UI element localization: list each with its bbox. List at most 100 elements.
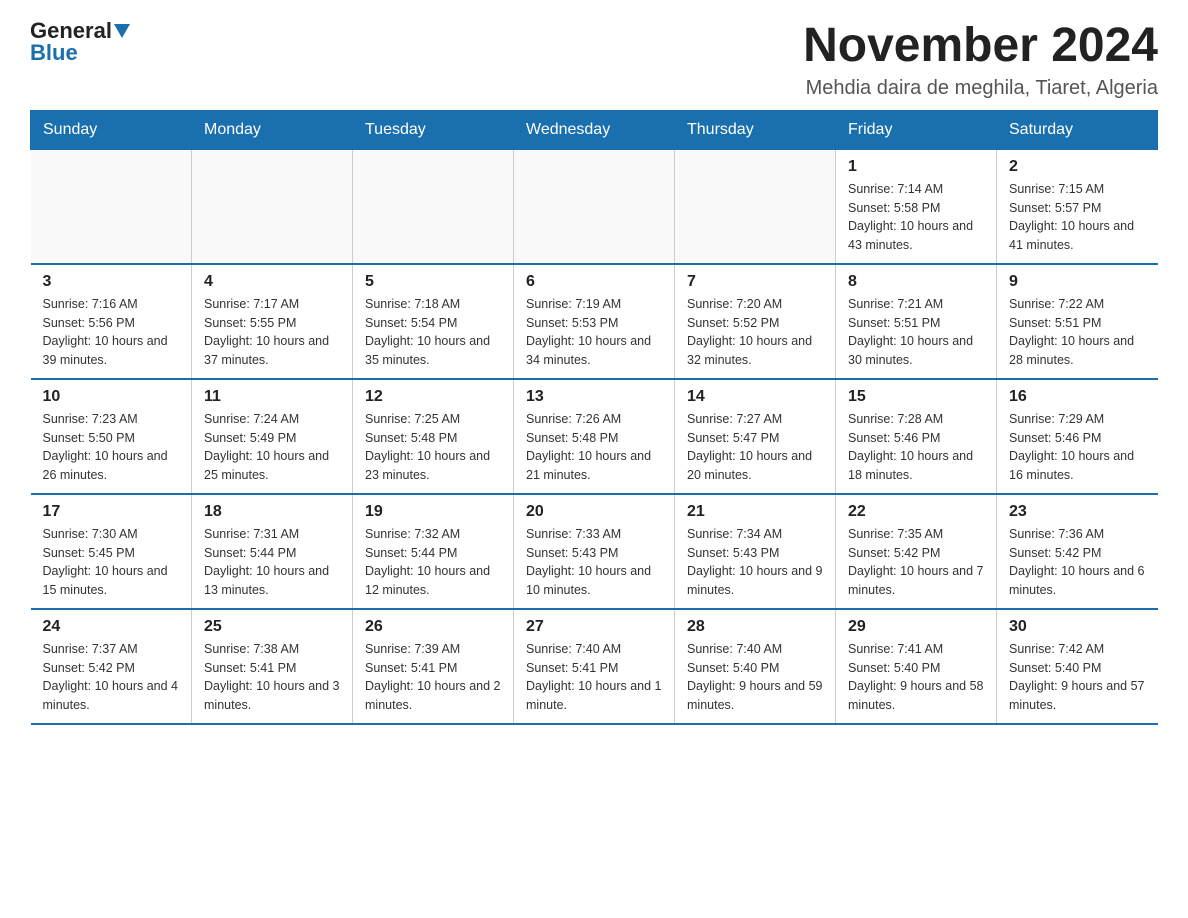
day-number: 30	[1009, 618, 1146, 636]
weekday-header-monday: Monday	[192, 110, 353, 149]
calendar-subtitle: Mehdia daira de meghila, Tiaret, Algeria	[803, 77, 1158, 100]
day-info: Sunrise: 7:34 AM Sunset: 5:43 PM Dayligh…	[687, 525, 823, 600]
day-number: 22	[848, 503, 984, 521]
day-number: 23	[1009, 503, 1146, 521]
day-info: Sunrise: 7:27 AM Sunset: 5:47 PM Dayligh…	[687, 410, 823, 485]
day-number: 29	[848, 618, 984, 636]
day-number: 18	[204, 503, 340, 521]
day-number: 26	[365, 618, 501, 636]
day-number: 28	[687, 618, 823, 636]
day-number: 24	[43, 618, 180, 636]
calendar-cell: 12 Sunrise: 7:25 AM Sunset: 5:48 PM Dayli…	[353, 379, 514, 494]
day-number: 7	[687, 273, 823, 291]
calendar-cell: 6 Sunrise: 7:19 AM Sunset: 5:53 PM Daylig…	[514, 264, 675, 379]
calendar-week-row: 24 Sunrise: 7:37 AM Sunset: 5:42 PM Dayli…	[31, 609, 1158, 724]
calendar-cell	[353, 149, 514, 264]
day-info: Sunrise: 7:14 AM Sunset: 5:58 PM Dayligh…	[848, 180, 984, 255]
day-number: 9	[1009, 273, 1146, 291]
logo-blue-text: Blue	[30, 42, 78, 64]
calendar-cell: 13 Sunrise: 7:26 AM Sunset: 5:48 PM Dayli…	[514, 379, 675, 494]
weekday-header-friday: Friday	[836, 110, 997, 149]
calendar-cell: 18 Sunrise: 7:31 AM Sunset: 5:44 PM Dayli…	[192, 494, 353, 609]
day-number: 25	[204, 618, 340, 636]
day-number: 13	[526, 388, 662, 406]
day-info: Sunrise: 7:20 AM Sunset: 5:52 PM Dayligh…	[687, 295, 823, 370]
calendar-cell: 16Sunrise: 7:29 AM Sunset: 5:46 PM Dayli…	[997, 379, 1158, 494]
calendar-cell: 7 Sunrise: 7:20 AM Sunset: 5:52 PM Daylig…	[675, 264, 836, 379]
calendar-cell: 19Sunrise: 7:32 AM Sunset: 5:44 PM Dayli…	[353, 494, 514, 609]
day-info: Sunrise: 7:40 AM Sunset: 5:41 PM Dayligh…	[526, 640, 662, 715]
calendar-cell: 28 Sunrise: 7:40 AM Sunset: 5:40 PM Dayli…	[675, 609, 836, 724]
calendar-cell: 3 Sunrise: 7:16 AM Sunset: 5:56 PM Daylig…	[31, 264, 192, 379]
day-info: Sunrise: 7:35 AM Sunset: 5:42 PM Dayligh…	[848, 525, 984, 600]
calendar-cell: 17Sunrise: 7:30 AM Sunset: 5:45 PM Dayli…	[31, 494, 192, 609]
day-info: Sunrise: 7:28 AM Sunset: 5:46 PM Dayligh…	[848, 410, 984, 485]
calendar-cell: 4 Sunrise: 7:17 AM Sunset: 5:55 PM Daylig…	[192, 264, 353, 379]
day-number: 5	[365, 273, 501, 291]
page-header: General Blue November 2024 Mehdia daira …	[30, 20, 1158, 100]
day-info: Sunrise: 7:19 AM Sunset: 5:53 PM Dayligh…	[526, 295, 662, 370]
calendar-header-row: SundayMondayTuesdayWednesdayThursdayFrid…	[31, 110, 1158, 149]
day-number: 21	[687, 503, 823, 521]
day-info: Sunrise: 7:16 AM Sunset: 5:56 PM Dayligh…	[43, 295, 180, 370]
day-number: 14	[687, 388, 823, 406]
day-info: Sunrise: 7:25 AM Sunset: 5:48 PM Dayligh…	[365, 410, 501, 485]
calendar-cell: 8Sunrise: 7:21 AM Sunset: 5:51 PM Daylig…	[836, 264, 997, 379]
calendar-week-row: 17Sunrise: 7:30 AM Sunset: 5:45 PM Dayli…	[31, 494, 1158, 609]
day-info: Sunrise: 7:37 AM Sunset: 5:42 PM Dayligh…	[43, 640, 180, 715]
day-info: Sunrise: 7:33 AM Sunset: 5:43 PM Dayligh…	[526, 525, 662, 600]
calendar-cell: 26 Sunrise: 7:39 AM Sunset: 5:41 PM Dayli…	[353, 609, 514, 724]
day-info: Sunrise: 7:21 AM Sunset: 5:51 PM Dayligh…	[848, 295, 984, 370]
day-info: Sunrise: 7:40 AM Sunset: 5:40 PM Dayligh…	[687, 640, 823, 715]
calendar-cell: 22 Sunrise: 7:35 AM Sunset: 5:42 PM Dayli…	[836, 494, 997, 609]
day-info: Sunrise: 7:15 AM Sunset: 5:57 PM Dayligh…	[1009, 180, 1146, 255]
weekday-header-sunday: Sunday	[31, 110, 192, 149]
calendar-cell: 29Sunrise: 7:41 AM Sunset: 5:40 PM Dayli…	[836, 609, 997, 724]
calendar-title: November 2024	[803, 20, 1158, 73]
day-info: Sunrise: 7:29 AM Sunset: 5:46 PM Dayligh…	[1009, 410, 1146, 485]
day-number: 17	[43, 503, 180, 521]
day-info: Sunrise: 7:17 AM Sunset: 5:55 PM Dayligh…	[204, 295, 340, 370]
calendar-cell: 20 Sunrise: 7:33 AM Sunset: 5:43 PM Dayli…	[514, 494, 675, 609]
calendar-cell: 25 Sunrise: 7:38 AM Sunset: 5:41 PM Dayli…	[192, 609, 353, 724]
day-info: Sunrise: 7:39 AM Sunset: 5:41 PM Dayligh…	[365, 640, 501, 715]
day-number: 11	[204, 388, 340, 406]
day-info: Sunrise: 7:24 AM Sunset: 5:49 PM Dayligh…	[204, 410, 340, 485]
day-number: 19	[365, 503, 501, 521]
calendar-cell: 15Sunrise: 7:28 AM Sunset: 5:46 PM Dayli…	[836, 379, 997, 494]
weekday-header-saturday: Saturday	[997, 110, 1158, 149]
logo: General Blue	[30, 20, 130, 64]
calendar-cell	[31, 149, 192, 264]
day-number: 4	[204, 273, 340, 291]
calendar-cell: 23 Sunrise: 7:36 AM Sunset: 5:42 PM Dayli…	[997, 494, 1158, 609]
calendar-table: SundayMondayTuesdayWednesdayThursdayFrid…	[30, 110, 1158, 725]
calendar-week-row: 3 Sunrise: 7:16 AM Sunset: 5:56 PM Daylig…	[31, 264, 1158, 379]
day-number: 3	[43, 273, 180, 291]
day-number: 1	[848, 158, 984, 176]
calendar-cell: 11 Sunrise: 7:24 AM Sunset: 5:49 PM Dayli…	[192, 379, 353, 494]
calendar-cell	[514, 149, 675, 264]
logo-general-text: General	[30, 20, 112, 42]
day-info: Sunrise: 7:31 AM Sunset: 5:44 PM Dayligh…	[204, 525, 340, 600]
weekday-header-tuesday: Tuesday	[353, 110, 514, 149]
day-info: Sunrise: 7:38 AM Sunset: 5:41 PM Dayligh…	[204, 640, 340, 715]
logo-triangle-icon	[114, 24, 130, 38]
day-info: Sunrise: 7:26 AM Sunset: 5:48 PM Dayligh…	[526, 410, 662, 485]
calendar-cell: 9Sunrise: 7:22 AM Sunset: 5:51 PM Daylig…	[997, 264, 1158, 379]
weekday-header-thursday: Thursday	[675, 110, 836, 149]
calendar-cell: 10Sunrise: 7:23 AM Sunset: 5:50 PM Dayli…	[31, 379, 192, 494]
calendar-cell: 24 Sunrise: 7:37 AM Sunset: 5:42 PM Dayli…	[31, 609, 192, 724]
day-number: 6	[526, 273, 662, 291]
weekday-header-wednesday: Wednesday	[514, 110, 675, 149]
day-number: 20	[526, 503, 662, 521]
day-number: 12	[365, 388, 501, 406]
calendar-week-row: 1 Sunrise: 7:14 AM Sunset: 5:58 PM Daylig…	[31, 149, 1158, 264]
day-info: Sunrise: 7:36 AM Sunset: 5:42 PM Dayligh…	[1009, 525, 1146, 600]
calendar-cell: 2 Sunrise: 7:15 AM Sunset: 5:57 PM Daylig…	[997, 149, 1158, 264]
day-info: Sunrise: 7:23 AM Sunset: 5:50 PM Dayligh…	[43, 410, 180, 485]
day-number: 2	[1009, 158, 1146, 176]
calendar-cell: 1 Sunrise: 7:14 AM Sunset: 5:58 PM Daylig…	[836, 149, 997, 264]
calendar-week-row: 10Sunrise: 7:23 AM Sunset: 5:50 PM Dayli…	[31, 379, 1158, 494]
calendar-cell: 21 Sunrise: 7:34 AM Sunset: 5:43 PM Dayli…	[675, 494, 836, 609]
day-info: Sunrise: 7:42 AM Sunset: 5:40 PM Dayligh…	[1009, 640, 1146, 715]
